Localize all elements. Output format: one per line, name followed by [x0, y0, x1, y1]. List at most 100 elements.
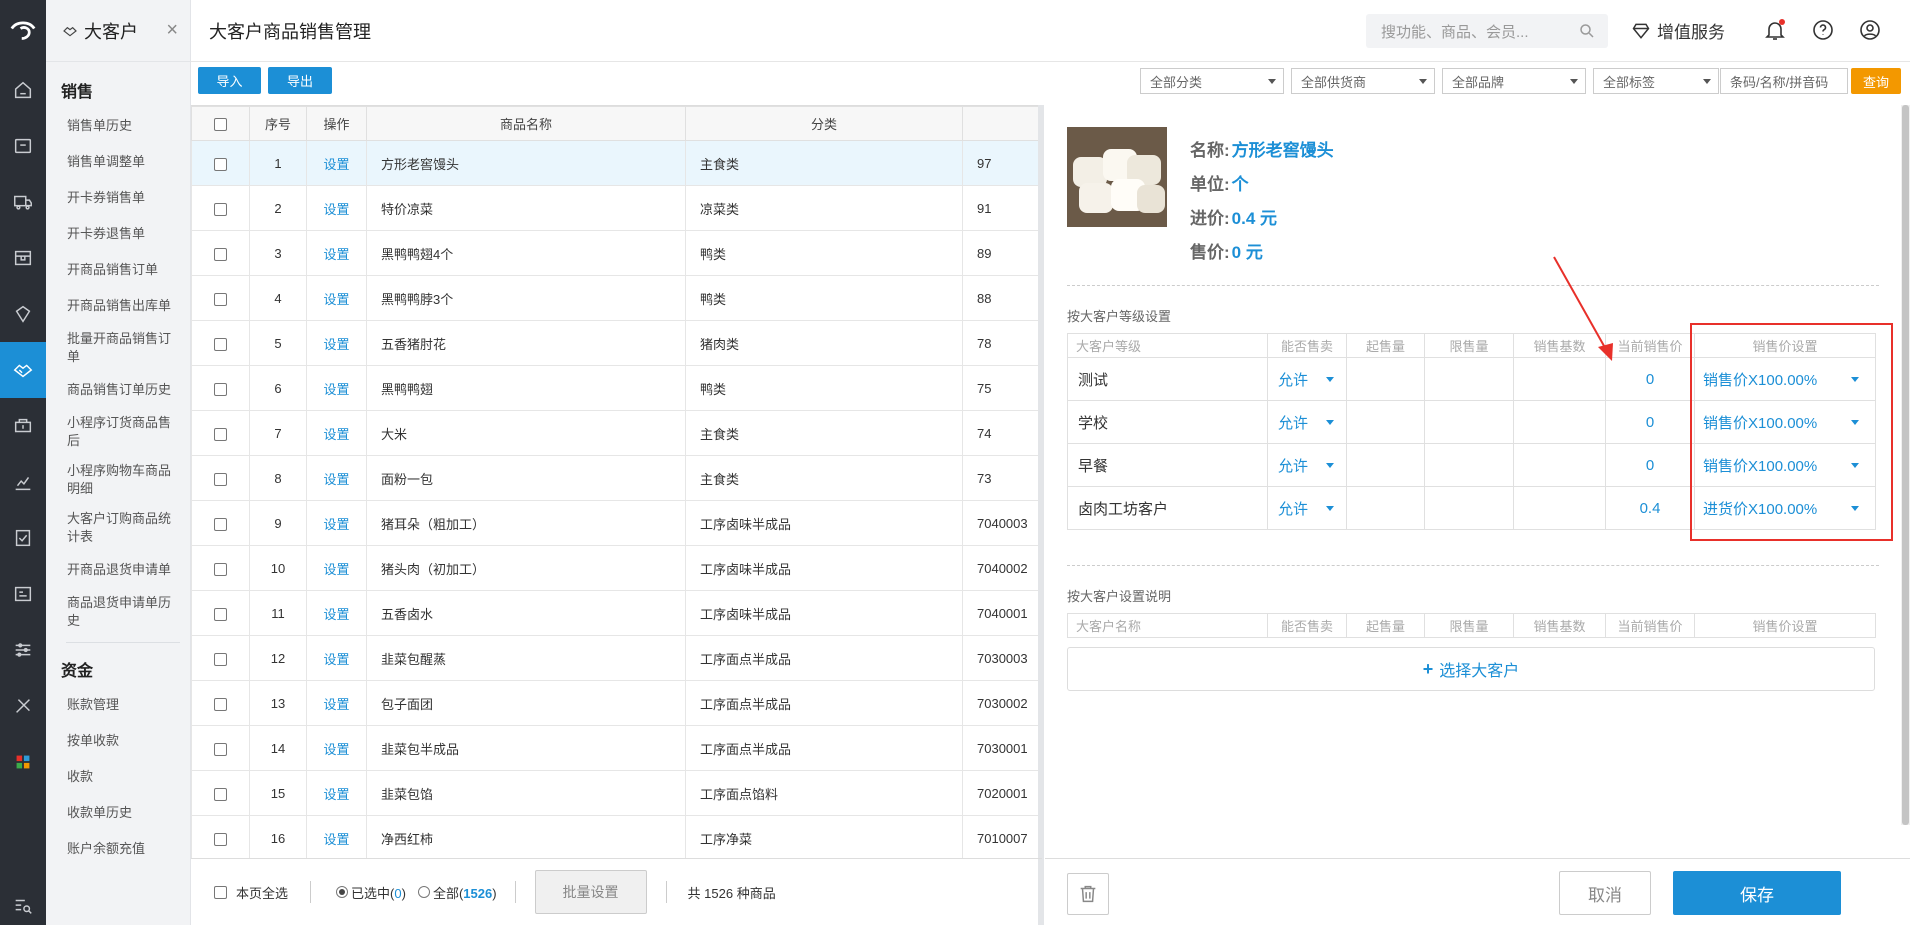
select-all-header[interactable] [191, 106, 250, 141]
menu-item-sales-history[interactable]: 销售单历史 [46, 108, 190, 144]
audit-icon[interactable] [0, 510, 46, 566]
menu-item-collect-history[interactable]: 收款单历史 [46, 795, 190, 831]
row-set-link[interactable]: 设置 [323, 337, 349, 352]
archive-icon[interactable] [0, 566, 46, 622]
menu-item-miniapp-cart[interactable]: 小程序购物车商品明细 [46, 456, 190, 504]
selected-radio[interactable] [336, 886, 349, 898]
panel-splitter[interactable] [1038, 105, 1044, 925]
base-qty-cell[interactable] [1513, 400, 1606, 444]
close-icon[interactable]: × [166, 19, 178, 42]
min-qty-cell[interactable] [1346, 400, 1425, 444]
base-qty-cell[interactable] [1513, 486, 1606, 530]
row-set-link[interactable]: 设置 [323, 652, 349, 667]
select-customer-button[interactable]: + 选择大客户 [1067, 647, 1875, 691]
table-row[interactable]: 13 设置 包子面团 工序面点半成品 7030002 [191, 680, 1042, 726]
query-button[interactable]: 查询 [1851, 68, 1901, 94]
page-select-all-checkbox[interactable] [214, 885, 227, 899]
row-select[interactable] [191, 365, 250, 411]
checkbox[interactable] [214, 652, 227, 666]
row-set-link[interactable]: 设置 [323, 742, 349, 757]
import-button[interactable]: 导入 [198, 67, 261, 94]
row-set-link[interactable]: 设置 [323, 787, 349, 802]
search-icon[interactable] [1578, 22, 1596, 40]
user-icon[interactable] [1858, 18, 1882, 42]
max-qty-cell[interactable] [1424, 357, 1514, 401]
row-set-link[interactable]: 设置 [323, 472, 349, 487]
allow-select[interactable]: 允许 [1267, 400, 1347, 444]
cashier-icon[interactable] [0, 118, 46, 174]
checkbox[interactable] [214, 742, 227, 756]
table-row[interactable]: 3 设置 黑鸭鸭翅4个 鸭类 89 [191, 230, 1042, 276]
checkbox[interactable] [214, 337, 227, 351]
table-row[interactable]: 10 设置 猪头肉（初加工） 工序卤味半成品 7040002 [191, 545, 1042, 591]
row-select[interactable] [191, 500, 250, 546]
table-row[interactable]: 15 设置 韭菜包馅 工序面点馅料 7020001 [191, 770, 1042, 816]
batch-set-button[interactable]: 批量设置 [534, 870, 647, 914]
row-set-link[interactable]: 设置 [323, 562, 349, 577]
save-button[interactable]: 保存 [1673, 871, 1841, 915]
checkbox[interactable] [214, 202, 227, 216]
menu-item-card-return[interactable]: 开卡券退售单 [46, 216, 190, 252]
table-row[interactable]: 5 设置 五香猪肘花 猪肉类 78 [191, 320, 1042, 366]
app-logo-icon[interactable] [0, 0, 46, 62]
max-qty-cell[interactable] [1424, 486, 1514, 530]
scrollbar-thumb[interactable] [1902, 105, 1909, 825]
menu-item-sales-adjust[interactable]: 销售单调整单 [46, 144, 190, 180]
table-row[interactable]: 11 设置 五香卤水 工序卤味半成品 7040001 [191, 590, 1042, 636]
table-row[interactable]: 16 设置 净西红柿 工序净菜 7010007 [191, 815, 1042, 858]
tools-icon[interactable] [0, 678, 46, 734]
min-qty-cell[interactable] [1346, 357, 1425, 401]
checkbox[interactable] [214, 157, 227, 171]
min-qty-cell[interactable] [1346, 443, 1425, 487]
row-select[interactable] [191, 770, 250, 816]
allow-select[interactable]: 允许 [1267, 443, 1347, 487]
cancel-button[interactable]: 取消 [1559, 871, 1651, 915]
checkbox[interactable] [214, 247, 227, 261]
row-select[interactable] [191, 275, 250, 321]
menu-item-card-sale[interactable]: 开卡券销售单 [46, 180, 190, 216]
handshake-icon[interactable] [0, 342, 46, 398]
tag-filter[interactable]: 全部标签 [1593, 68, 1719, 94]
table-row[interactable]: 4 设置 黑鸭鸭脖3个 鸭类 88 [191, 275, 1042, 321]
table-row[interactable]: 14 设置 韭菜包半成品 工序面点半成品 7030001 [191, 725, 1042, 771]
report-icon[interactable] [0, 454, 46, 510]
menu-item-customer-stats[interactable]: 大客户订购商品统计表 [46, 504, 190, 552]
row-select[interactable] [191, 590, 250, 636]
settings-sliders-icon[interactable] [0, 622, 46, 678]
row-select[interactable] [191, 635, 250, 681]
barcode-input[interactable]: 条码/名称/拼音码 [1720, 68, 1848, 94]
detail-scrollbar[interactable] [1901, 105, 1910, 825]
max-qty-cell[interactable] [1424, 443, 1514, 487]
row-set-link[interactable]: 设置 [323, 292, 349, 307]
menu-item-sales-outbound[interactable]: 开商品销售出库单 [46, 288, 190, 324]
row-set-link[interactable]: 设置 [323, 517, 349, 532]
table-row[interactable]: 12 设置 韭菜包醒蒸 工序面点半成品 7030003 [191, 635, 1042, 681]
row-select[interactable] [191, 230, 250, 276]
row-select[interactable] [191, 815, 250, 858]
checkbox[interactable] [214, 787, 227, 801]
row-select[interactable] [191, 410, 250, 456]
checkbox[interactable] [214, 118, 227, 132]
warehouse-icon[interactable] [0, 230, 46, 286]
apps-icon[interactable] [0, 734, 46, 790]
bell-icon[interactable] [1763, 18, 1787, 42]
all-radio[interactable] [417, 886, 430, 898]
checkbox[interactable] [214, 607, 227, 621]
base-qty-cell[interactable] [1513, 443, 1606, 487]
checkbox[interactable] [214, 562, 227, 576]
table-row[interactable]: 9 设置 猪耳朵（粗加工） 工序卤味半成品 7040003 [191, 500, 1042, 546]
checkbox[interactable] [214, 427, 227, 441]
menu-item-miniapp-aftersale[interactable]: 小程序订货商品售后 [46, 408, 190, 456]
row-select[interactable] [191, 455, 250, 501]
row-set-link[interactable]: 设置 [323, 697, 349, 712]
export-button[interactable]: 导出 [268, 67, 332, 94]
row-set-link[interactable]: 设置 [323, 832, 349, 847]
menu-item-sales-order[interactable]: 开商品销售订单 [46, 252, 190, 288]
category-filter[interactable]: 全部分类 [1140, 68, 1284, 94]
table-row[interactable]: 1 设置 方形老窖馒头 主食类 97 [191, 140, 1042, 186]
global-search-input[interactable]: 搜功能、商品、会员... [1366, 14, 1608, 48]
table-row[interactable]: 6 设置 黑鸭鸭翅 鸭类 75 [191, 365, 1042, 411]
table-row[interactable]: 7 设置 大米 主食类 74 [191, 410, 1042, 456]
member-icon[interactable] [0, 286, 46, 342]
delete-button[interactable] [1067, 873, 1109, 915]
